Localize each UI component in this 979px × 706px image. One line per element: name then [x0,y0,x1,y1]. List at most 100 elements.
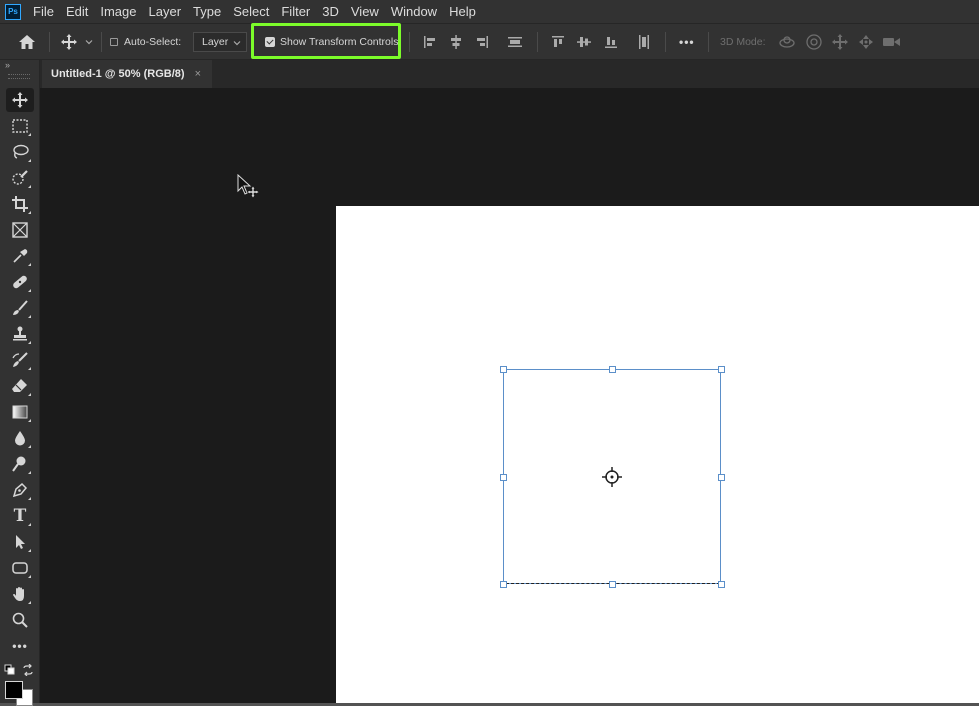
path-selection-tool[interactable] [6,530,34,554]
eyedropper-tool[interactable] [6,244,34,268]
align-right-icon [477,35,488,48]
healing-brush-tool[interactable] [6,270,34,294]
show-transform-controls-highlight [251,23,401,59]
auto-select-target-dropdown[interactable]: Layer [193,32,247,52]
3d-mode-label-wrap: 3D Mode: [720,24,766,59]
type-icon: T [13,506,27,526]
rectangular-marquee-icon [12,119,28,133]
quick-selection-icon [12,170,28,185]
lasso-tool[interactable] [6,140,34,164]
menu-help[interactable]: Help [443,0,482,23]
transform-handle-middle-right[interactable] [718,474,725,481]
dodge-icon [12,456,26,472]
clone-stamp-tool[interactable] [6,322,34,346]
dropdown-value: Layer [202,36,229,48]
panel-grip[interactable] [8,74,30,79]
transform-handle-bottom-center[interactable] [609,581,616,588]
3d-orbit-button[interactable] [778,24,796,59]
default-colors-icon[interactable] [4,664,16,676]
move-icon [61,33,77,50]
menu-view[interactable]: View [345,0,385,23]
type-tool[interactable]: T [6,504,34,528]
move-cursor-icon [237,174,260,199]
auto-select-label: Auto-Select: [124,35,182,48]
history-brush-tool[interactable] [6,348,34,372]
align-bottom-edges-button[interactable] [603,24,619,59]
transform-handle-top-center[interactable] [609,366,616,373]
foreground-color-swatch[interactable] [5,681,23,699]
menu-3d[interactable]: 3D [316,0,345,23]
3d-slide-button[interactable] [857,24,875,59]
3d-pan-icon [832,33,848,50]
menu-type[interactable]: Type [187,0,227,23]
align-center-icon [451,34,461,49]
align-top-edges-button[interactable] [550,24,566,59]
arrow-pointer-icon [16,535,25,549]
3d-scale-button[interactable] [882,24,902,59]
eyedropper-icon [13,249,28,263]
transform-handle-bottom-left[interactable] [500,581,507,588]
reference-point-icon[interactable] [600,465,624,489]
gradient-tool[interactable] [6,400,34,424]
video-camera-icon [883,37,900,46]
brush-tool[interactable] [6,296,34,320]
align-right-edges-button[interactable] [474,24,490,59]
menu-layer[interactable]: Layer [143,0,188,23]
canvas-workspace[interactable] [40,88,979,703]
menu-window[interactable]: Window [385,0,443,23]
transform-handle-top-right[interactable] [718,366,725,373]
brush-icon [13,300,28,315]
rectangle-tool[interactable] [6,556,34,580]
crop-tool[interactable] [6,192,34,216]
hand-icon [13,587,24,601]
distribute-icon [508,36,522,47]
blur-tool[interactable] [6,426,34,450]
eraser-tool[interactable] [6,374,34,398]
menu-bar: Ps File Edit Image Layer Type Select Fil… [0,0,979,23]
distribute-horizontal-icon [639,34,649,49]
collapse-panel-icon[interactable]: » [5,60,10,70]
hand-tool[interactable] [6,582,34,606]
align-left-edges-button[interactable] [422,24,438,59]
menu-file[interactable]: File [27,0,60,23]
zoom-tool[interactable] [6,608,34,632]
more-tools-icon: ••• [12,639,28,653]
menu-filter[interactable]: Filter [275,0,316,23]
move-tool-preset-picker[interactable] [60,24,94,59]
transform-handle-bottom-right[interactable] [718,581,725,588]
document-canvas[interactable] [336,206,979,703]
dodge-tool[interactable] [6,452,34,476]
align-top-icon [552,35,564,47]
move-tool[interactable] [6,88,34,112]
3d-orbit-icon [779,35,795,48]
distribute-vertical-button[interactable] [507,24,523,59]
transform-handle-top-left[interactable] [500,366,507,373]
menu-image[interactable]: Image [94,0,142,23]
pen-tool[interactable] [6,478,34,502]
swap-colors-icon[interactable] [22,664,34,676]
quick-selection-tool[interactable] [6,166,34,190]
frame-tool[interactable] [6,218,34,242]
home-button[interactable] [18,24,36,59]
menu-edit[interactable]: Edit [60,0,94,23]
crop-icon [12,196,28,212]
history-brush-icon [12,352,28,367]
auto-select-checkbox[interactable]: Auto-Select: [110,24,181,59]
3d-roll-button[interactable] [805,24,823,59]
auto-select-box[interactable] [110,37,118,46]
marquee-tool[interactable] [6,114,34,138]
transform-handle-middle-left[interactable] [500,474,507,481]
3d-pan-button[interactable] [831,24,849,59]
move-icon [12,92,28,108]
document-tab-title: Untitled-1 @ 50% (RGB/8) [51,68,185,80]
menu-select[interactable]: Select [227,0,275,23]
document-tab[interactable]: Untitled-1 @ 50% (RGB/8) × [42,60,212,88]
distribute-horizontal-button[interactable] [636,24,652,59]
3d-roll-icon [806,33,822,50]
close-tab-icon[interactable]: × [195,68,201,80]
align-horizontal-centers-button[interactable] [448,24,464,59]
align-left-icon [424,35,435,48]
more-options-button[interactable]: ••• [679,24,695,59]
edit-toolbar-button[interactable]: ••• [6,634,34,658]
align-vertical-centers-button[interactable] [576,24,592,59]
